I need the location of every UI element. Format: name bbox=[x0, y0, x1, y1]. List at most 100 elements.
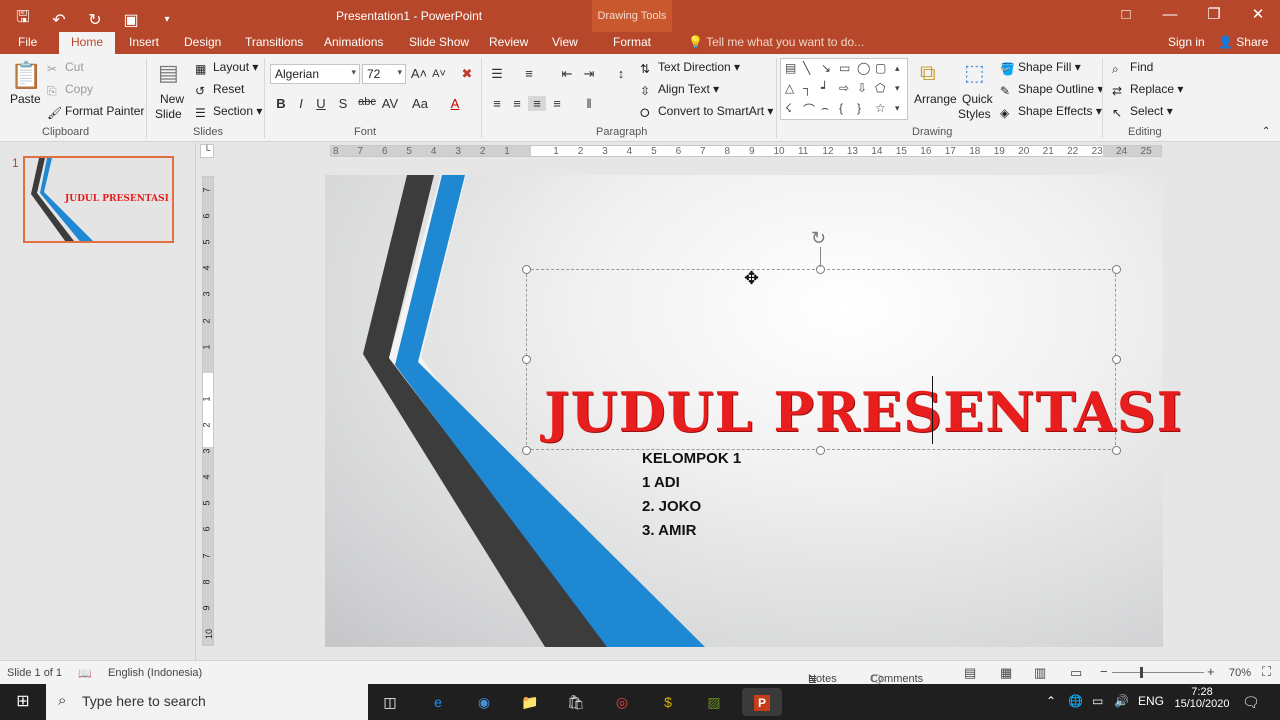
paste-button[interactable]: Paste bbox=[10, 92, 41, 106]
zoom-in-icon[interactable]: + bbox=[1207, 664, 1215, 679]
resize-handle[interactable] bbox=[816, 446, 825, 455]
text-direction-button[interactable]: ⇅ Text Direction ▾ bbox=[640, 60, 740, 76]
down-arrow-shape-icon[interactable]: ⇩ bbox=[857, 81, 867, 95]
zoom-slider-thumb[interactable] bbox=[1140, 667, 1143, 678]
character-spacing-icon[interactable]: AV bbox=[378, 96, 402, 111]
network-icon[interactable]: 🌐 bbox=[1068, 694, 1083, 708]
shapes-gallery[interactable]: ▤ ╲ ↘ ▭ ◯ ▢ △ ┐ ┙ ⇨ ⇩ ⬠ ☇ ⌒ ⌢ { } ☆ ▴ ▾ … bbox=[780, 58, 908, 120]
find-button[interactable]: ⌕ Find bbox=[1112, 60, 1153, 76]
slideshow-view-icon[interactable]: ▭ bbox=[1070, 665, 1082, 681]
zoom-slider-track[interactable] bbox=[1112, 672, 1204, 673]
redo-icon[interactable]: ↻ bbox=[84, 10, 106, 30]
zoom-out-icon[interactable]: − bbox=[1100, 664, 1108, 679]
flowchart-shape-icon[interactable]: ☇ bbox=[785, 101, 792, 115]
clear-formatting-icon[interactable]: ✖ bbox=[458, 66, 476, 82]
italic-icon[interactable]: I bbox=[292, 96, 310, 111]
volume-icon[interactable]: 🔊 bbox=[1114, 694, 1129, 708]
oval-shape-icon[interactable]: ◯ bbox=[857, 61, 870, 75]
textbox-shape-icon[interactable]: ▤ bbox=[785, 61, 796, 75]
freeform-shape-icon[interactable]: ⬠ bbox=[875, 81, 885, 95]
shrink-font-icon[interactable]: A˅ bbox=[430, 68, 448, 80]
tab-design[interactable]: Design bbox=[184, 35, 221, 49]
chromium-icon[interactable]: ◉ bbox=[470, 688, 498, 716]
gallery-more-icon[interactable]: ▾ bbox=[895, 103, 900, 114]
powerpoint-taskbar-icon[interactable]: P bbox=[742, 688, 782, 716]
arc-shape-icon[interactable]: ⌢ bbox=[821, 101, 829, 116]
elbow-shape-icon[interactable]: ┐ bbox=[803, 81, 812, 95]
rounded-rect-shape-icon[interactable]: ▢ bbox=[875, 61, 886, 75]
decrease-indent-icon[interactable]: ⇤ bbox=[558, 66, 576, 82]
body-line[interactable]: 3. AMIR bbox=[642, 522, 696, 539]
line-shape-icon[interactable]: ╲ bbox=[803, 61, 810, 75]
quick-styles-label-2[interactable]: Styles bbox=[958, 107, 991, 121]
gallery-down-icon[interactable]: ▾ bbox=[895, 83, 900, 94]
file-explorer-icon[interactable]: 📁 bbox=[516, 688, 544, 716]
body-line[interactable]: KELOMPOK 1 bbox=[642, 450, 741, 467]
app-icon[interactable]: $ bbox=[654, 688, 682, 716]
increase-indent-icon[interactable]: ⇥ bbox=[580, 66, 598, 82]
shape-outline-button[interactable]: ✎ Shape Outline ▾ bbox=[1000, 82, 1103, 98]
smartart-button[interactable]: ⭘ Convert to SmartArt ▾ bbox=[640, 104, 773, 120]
share-button[interactable]: 👤 Share bbox=[1218, 35, 1268, 49]
body-line[interactable]: 1 ADI bbox=[642, 474, 680, 491]
new-slide-icon[interactable]: ▤ bbox=[158, 60, 179, 86]
reading-view-icon[interactable]: ▥ bbox=[1034, 665, 1046, 681]
notes-app-icon[interactable]: ▨ bbox=[700, 688, 728, 716]
tab-file[interactable]: File bbox=[18, 35, 37, 49]
sign-in-link[interactable]: Sign in bbox=[1168, 35, 1205, 49]
save-icon[interactable]: 🖫 bbox=[12, 6, 34, 33]
right-arrow-shape-icon[interactable]: ⇨ bbox=[839, 81, 849, 95]
minimize-icon[interactable]: — bbox=[1148, 0, 1192, 32]
rectangle-shape-icon[interactable]: ▭ bbox=[839, 61, 850, 75]
align-center-icon[interactable]: ≡ bbox=[508, 96, 526, 111]
align-text-button[interactable]: ⇳ Align Text ▾ bbox=[640, 82, 719, 98]
tab-insert[interactable]: Insert bbox=[129, 35, 159, 49]
tell-me-box[interactable]: 💡 Tell me what you want to do... bbox=[688, 35, 864, 49]
shape-fill-button[interactable]: 🪣 Shape Fill ▾ bbox=[1000, 60, 1081, 76]
store-icon[interactable]: 🛍 bbox=[562, 688, 590, 716]
gallery-up-icon[interactable]: ▴ bbox=[895, 63, 900, 74]
align-right-icon[interactable]: ≡ bbox=[528, 96, 546, 111]
slide-sorter-icon[interactable]: ▦ bbox=[1000, 665, 1012, 681]
tab-transitions[interactable]: Transitions bbox=[245, 35, 303, 49]
strikethrough-icon[interactable]: abc bbox=[356, 96, 378, 108]
maximize-icon[interactable]: ❐ bbox=[1192, 0, 1236, 32]
justify-icon[interactable]: ≡ bbox=[548, 96, 566, 111]
spellcheck-icon[interactable]: 📖 bbox=[78, 667, 92, 680]
section-button[interactable]: ☰ Section ▾ bbox=[195, 104, 262, 120]
rotate-handle-icon[interactable]: ↻ bbox=[811, 228, 826, 249]
shape-effects-button[interactable]: ◈ Shape Effects ▾ bbox=[1000, 104, 1102, 120]
numbering-icon[interactable]: ≡ bbox=[520, 66, 538, 81]
triangle-shape-icon[interactable]: △ bbox=[785, 81, 794, 95]
bold-icon[interactable]: B bbox=[272, 96, 290, 111]
customize-qat-icon[interactable]: ▾ bbox=[156, 14, 178, 25]
connector-shape-icon[interactable]: ┙ bbox=[821, 81, 828, 95]
fit-slide-icon[interactable]: ⛶ bbox=[1262, 664, 1271, 680]
task-view-icon[interactable]: ◫ bbox=[376, 688, 404, 716]
paste-icon[interactable]: 📋 bbox=[10, 60, 42, 91]
chrome-icon[interactable]: ◎ bbox=[608, 688, 636, 716]
resize-handle[interactable] bbox=[1112, 265, 1121, 274]
select-button[interactable]: ↖ Select ▾ bbox=[1112, 104, 1173, 120]
align-left-icon[interactable]: ≡ bbox=[488, 96, 506, 111]
tab-selector[interactable]: └ bbox=[200, 144, 214, 158]
new-slide-label-1[interactable]: New bbox=[160, 92, 184, 106]
font-color-icon[interactable]: A bbox=[446, 96, 464, 111]
language-indicator[interactable]: English (Indonesia) bbox=[108, 667, 202, 679]
grow-font-icon[interactable]: A˄ bbox=[410, 66, 428, 81]
format-painter-button[interactable]: 🖌 Format Painter bbox=[47, 104, 144, 120]
ribbon-display-icon[interactable]: □ bbox=[1104, 0, 1148, 32]
new-slide-label-2[interactable]: Slide bbox=[155, 107, 182, 121]
columns-icon[interactable]: ‖ bbox=[580, 96, 598, 111]
brace-left-shape-icon[interactable]: { bbox=[839, 101, 843, 115]
star-shape-icon[interactable]: ☆ bbox=[875, 101, 886, 115]
tray-chevron-icon[interactable]: ⌃ bbox=[1046, 694, 1056, 708]
quick-styles-icon[interactable]: ⬚ bbox=[964, 60, 985, 86]
bullets-icon[interactable]: ☰ bbox=[488, 66, 506, 82]
brace-right-shape-icon[interactable]: } bbox=[857, 101, 861, 115]
resize-handle[interactable] bbox=[522, 446, 531, 455]
zoom-level[interactable]: 70% bbox=[1229, 667, 1251, 679]
arrange-icon[interactable]: ⧉ bbox=[920, 60, 936, 86]
slide-thumbnail[interactable]: JUDUL PRESENTASI bbox=[23, 156, 174, 243]
quick-styles-label-1[interactable]: Quick bbox=[962, 92, 993, 106]
